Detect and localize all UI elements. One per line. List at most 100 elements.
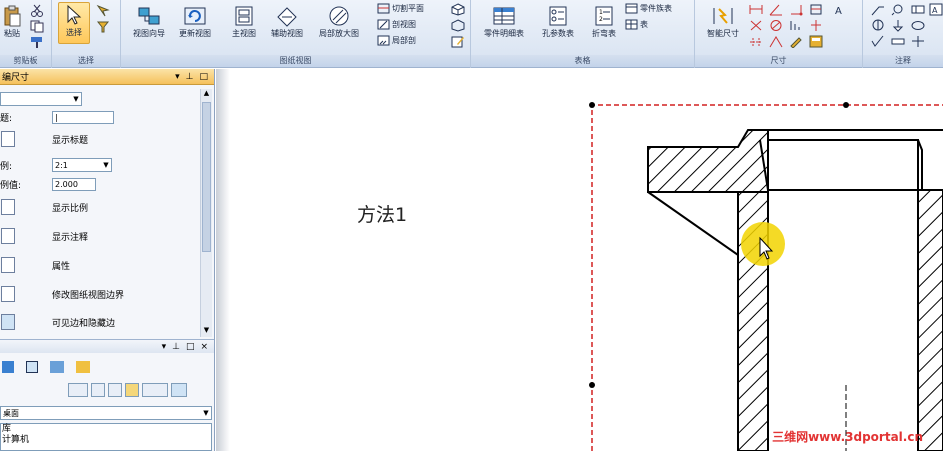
principal-view-button[interactable]: 主视图 [225,4,263,39]
scroll-down-icon[interactable]: ▼ [201,326,212,337]
dim-angle-icon[interactable] [769,3,783,16]
show-title-toggle[interactable] [1,131,15,147]
parts-family-table-button[interactable]: 零件族表 [625,3,672,14]
copy-icon[interactable] [30,20,44,33]
smart-dimension-button[interactable]: 智能尺寸 [701,4,745,39]
library-view-icon[interactable] [68,383,88,397]
dim-attach-icon[interactable] [749,35,763,48]
cube-icon[interactable] [451,3,465,16]
chevron-down-icon: ▼ [103,161,109,169]
dim-radial-icon[interactable] [749,19,763,32]
balloon-icon[interactable] [911,19,925,32]
new-folder-icon[interactable] [125,383,139,397]
chevron-down-icon: ▼ [203,409,209,417]
library-tab-icon[interactable] [2,361,14,373]
show-scale-row[interactable]: 显示比例 [0,199,88,215]
scale-select[interactable]: 2:1 ▼ [52,158,112,172]
dim-text-icon[interactable]: A [833,3,847,17]
properties-icon[interactable] [1,257,15,273]
drawing-canvas[interactable] [216,69,943,451]
dim-baseline-icon[interactable] [789,19,803,32]
tree-item[interactable]: 计算机 [2,435,211,446]
callout-icon[interactable] [891,3,905,16]
scale-value-input[interactable]: 2.000 [52,178,96,191]
scroll-up-icon[interactable]: ▲ [201,89,212,100]
show-scale-toggle[interactable] [1,199,15,215]
select-group: 选择 选择 [52,0,121,68]
text-box-icon[interactable]: A [929,3,943,16]
select-button[interactable]: 选择 [58,2,90,44]
library-menu-icon[interactable]: ▾ [162,342,167,352]
cube-outline-icon[interactable] [451,19,465,32]
parts-list-button[interactable]: 零件明细表 [477,4,531,39]
panel-menu-icon[interactable]: ▾ [175,72,180,82]
edit-view-icon[interactable] [451,35,465,48]
center-mark-icon[interactable] [911,35,925,48]
view-selector-combo[interactable]: ▼ [0,92,82,106]
table-button[interactable]: 表 [625,19,648,30]
partial-section-button[interactable]: 局部剖 [377,35,416,46]
library-pin-icon[interactable]: ⊥ [172,342,180,352]
section-view-button[interactable]: 剖视图 [377,19,416,30]
paste-label: 粘贴 [4,29,20,38]
modify-border-row[interactable]: 修改图纸视图边界 [0,286,124,302]
drawing-views-group-label: 图纸视图 [121,55,470,67]
library-maximize-icon[interactable]: □ [186,342,195,352]
title-field-row: 题: | [0,111,114,124]
visible-hidden-edges-row[interactable]: 可见边和隐藏边 [0,314,115,330]
search-icon[interactable] [171,383,187,397]
properties-row[interactable]: 属性 [0,257,70,273]
cut-icon[interactable] [30,4,44,17]
feature-control-icon[interactable] [911,3,925,16]
library-close-icon[interactable]: × [200,342,208,352]
show-annotation-toggle[interactable] [1,228,15,244]
surface-finish-icon[interactable] [871,35,885,48]
select-filter-icon[interactable] [96,20,110,33]
visible-hidden-edges-icon[interactable] [1,314,15,330]
panel-pin-icon[interactable]: ⊥ [186,72,194,82]
scroll-thumb[interactable] [202,102,211,252]
hole-table-button[interactable]: 孔参数表 [535,4,581,39]
select-tool-icon[interactable] [96,4,110,17]
partial-section-icon [377,35,390,46]
dim-chain-icon[interactable] [809,3,823,16]
visible-hidden-edges-label: 可见边和隐藏边 [52,318,116,329]
modify-border-icon[interactable] [1,286,15,302]
parts-family-label: 零件族表 [640,4,672,13]
dim-style-icon[interactable] [809,35,823,48]
cutting-plane-button[interactable]: 切割平面 [377,3,424,14]
auxiliary-view-button[interactable]: 辅助视图 [265,4,309,39]
library-tree: 库 计算机 [0,423,212,451]
panel-maximize-icon[interactable]: □ [199,72,208,82]
show-scale-label: 显示比例 [52,203,89,214]
show-annotation-row[interactable]: 显示注释 [0,228,88,244]
show-title-row[interactable]: 显示标题 [0,131,88,147]
dim-angular-icon[interactable] [769,35,783,48]
back-icon[interactable] [91,383,105,397]
weld-symbol-icon[interactable] [871,19,885,32]
detail-view-button[interactable]: 局部放大图 [313,4,365,39]
update-views-button[interactable]: 更新视图 [173,4,217,39]
bend-table-button[interactable]: 12 折弯表 [585,4,623,39]
sheets-tab-icon[interactable] [50,361,64,373]
edge-condition-icon[interactable] [891,35,905,48]
format-painter-icon[interactable] [30,36,44,49]
tree-item[interactable]: 库 [2,424,211,435]
view-mode-icon[interactable] [142,383,168,397]
view-wizard-button[interactable]: 视图向导 [127,4,171,39]
dim-pencil-icon[interactable] [789,35,803,49]
location-select[interactable]: 桌面 ▼ [0,406,212,420]
dim-linear-icon[interactable] [749,3,763,16]
layers-tab-icon[interactable] [26,361,38,373]
canvas-edge-shadow [216,69,230,451]
panel-scrollbar[interactable]: ▲ ▼ [200,89,212,337]
folder-tab-icon[interactable] [76,361,90,373]
leader-icon[interactable] [871,3,885,16]
dim-diameter-icon[interactable] [769,19,783,32]
dim-coord-icon[interactable] [789,3,803,16]
title-input[interactable]: | [52,111,114,124]
dim-symmetric-icon[interactable] [809,19,823,32]
paste-button[interactable]: 粘贴 [0,4,24,39]
up-folder-icon[interactable] [108,383,122,397]
datum-icon[interactable] [891,19,905,32]
